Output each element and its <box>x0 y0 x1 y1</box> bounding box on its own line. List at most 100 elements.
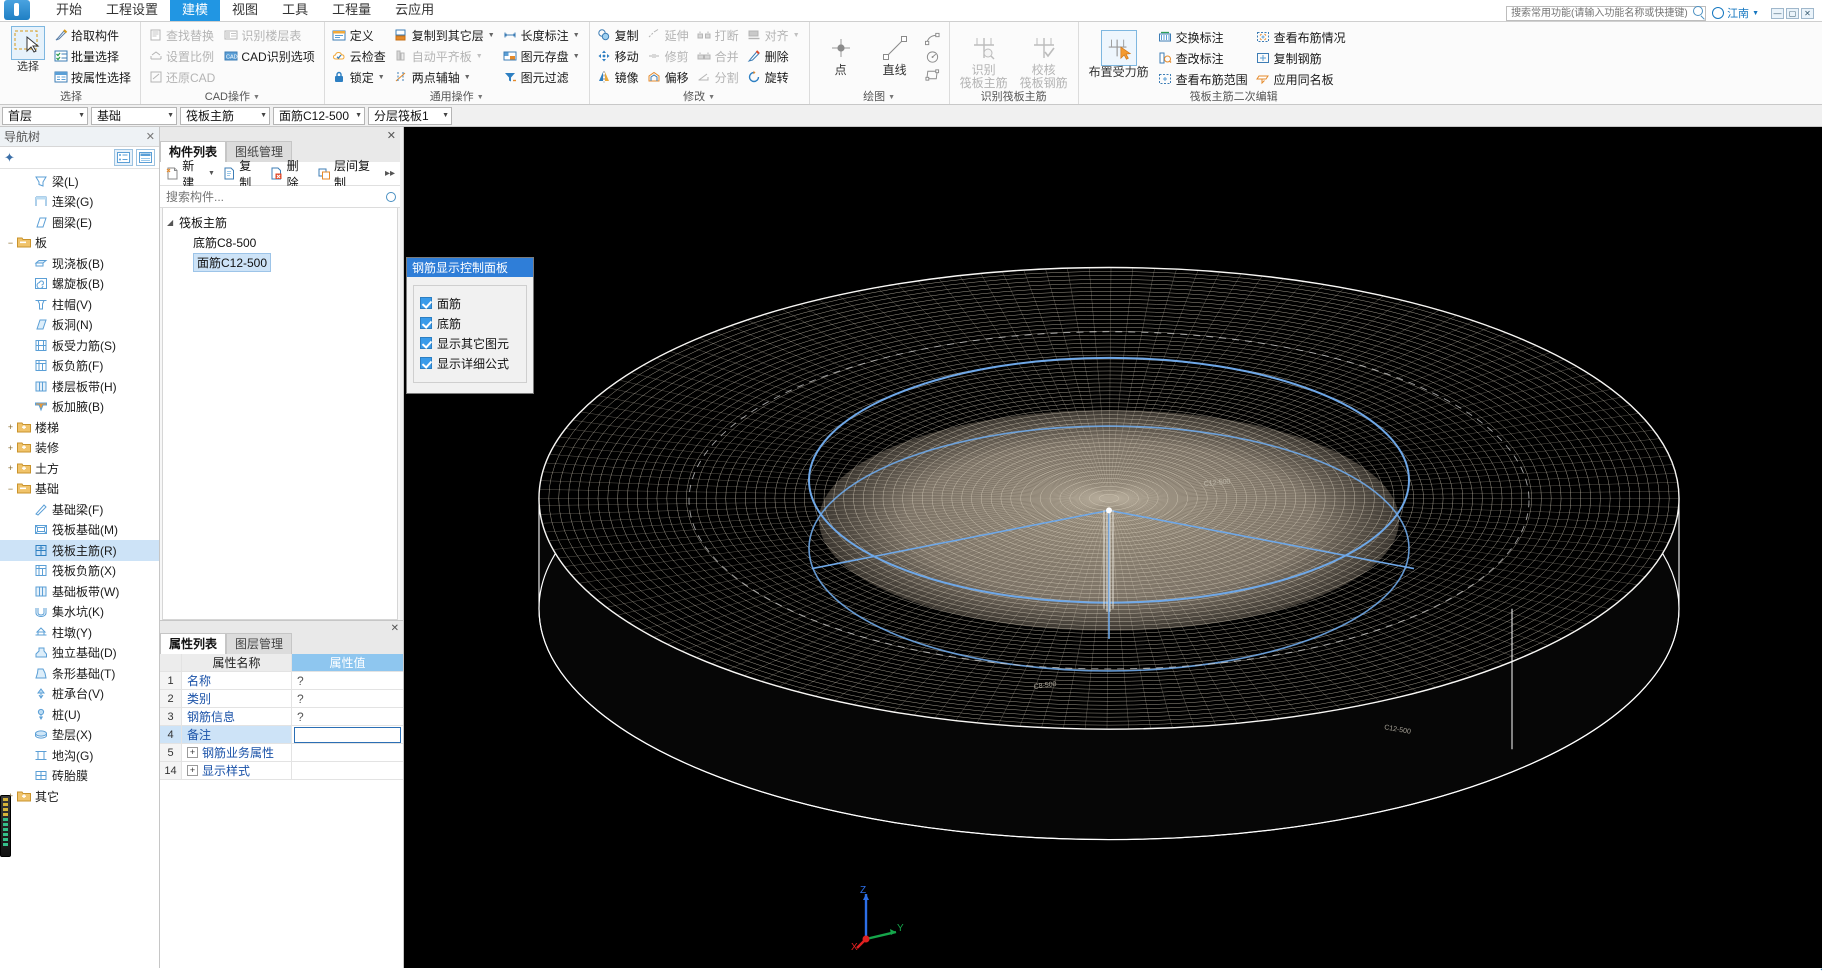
component-type-selector[interactable]: 筏板主筋 ▼ <box>180 106 270 125</box>
menu-tab-cloud[interactable]: 云应用 <box>383 0 446 21</box>
batch-select-button[interactable]: 批量选择 <box>51 46 135 66</box>
nav-item-14[interactable]: + 土方 <box>0 458 159 479</box>
nav-item-30[interactable]: +其它 <box>0 786 159 807</box>
auto-align-slab-button[interactable]: 自动平齐板 ▼ <box>392 46 499 66</box>
lock-button[interactable]: 锁定 ▼ <box>330 67 390 87</box>
delete-button[interactable]: 删除 <box>745 46 804 66</box>
search-icon[interactable] <box>386 191 396 202</box>
checkbox-bottom-rebar[interactable] <box>420 317 432 329</box>
layout-rebar-button[interactable]: 布置受力筋 <box>1084 26 1154 79</box>
property-row-value[interactable] <box>292 744 403 761</box>
category-selector[interactable]: 基础 ▼ <box>91 106 177 125</box>
menu-tab-tools[interactable]: 工具 <box>270 0 320 21</box>
nav-item-13[interactable]: + 装修 <box>0 438 159 459</box>
user-account[interactable]: 江南 ▼ <box>1712 5 1759 21</box>
checkbox-row-show-detail-formula[interactable]: 显示详细公式 <box>420 353 522 373</box>
nav-item-19[interactable]: 筏板负筋(X) <box>0 561 159 582</box>
nav-item-7[interactable]: 板洞(N) <box>0 315 159 336</box>
nav-item-9[interactable]: 板负筋(F) <box>0 356 159 377</box>
checkbox-show-other-elements[interactable] <box>420 337 432 349</box>
identify-raft-rebar-button[interactable]: 识别 筏板主筋 <box>955 28 1013 90</box>
chevron-down-icon[interactable]: ▼ <box>573 53 580 60</box>
search-icon[interactable] <box>1693 6 1704 16</box>
point-tool-button[interactable]: 点 <box>815 28 867 77</box>
menu-tab-project-settings[interactable]: 工程设置 <box>94 0 170 21</box>
nav-item-8[interactable]: 板受力筋(S) <box>0 335 159 356</box>
find-replace-button[interactable]: 查找替换 <box>146 25 219 45</box>
nav-item-12[interactable]: + 楼梯 <box>0 417 159 438</box>
property-row-3[interactable]: 4 备注 <box>160 726 403 744</box>
more-tools-icon[interactable]: ▸▸ <box>385 168 397 179</box>
copy-rebar-button[interactable]: 复制钢筋 <box>1254 48 1350 68</box>
copy-to-other-floor-button[interactable]: 复制到其它层 ▼ <box>392 25 499 45</box>
tab-property-list[interactable]: 属性列表 <box>160 633 227 654</box>
component-tree-item-0[interactable]: ◢ 筏板主筋 <box>163 212 397 232</box>
apply-same-slab-button[interactable]: 应用同名板 <box>1254 69 1350 89</box>
minimize-button[interactable]: — <box>1771 7 1784 19</box>
checkbox-row-bottom-rebar[interactable]: 底筋 <box>420 313 522 333</box>
element-filter-button[interactable]: 图元过滤 <box>501 67 584 87</box>
copy-component-button[interactable]: 复制 <box>220 159 265 190</box>
chevron-down-icon[interactable]: ▼ <box>464 74 471 81</box>
3d-viewport[interactable]: C12-500 C8-500 C12-500 Z Y X <box>404 127 1822 968</box>
copy-button[interactable]: 复制 <box>595 25 643 45</box>
view-rebar-range-button[interactable]: 查看布筋范围 <box>1156 69 1252 89</box>
property-row-value[interactable]: ? <box>292 690 403 707</box>
nav-item-27[interactable]: 垫层(X) <box>0 725 159 746</box>
new-component-button[interactable]: 新建 ▼ <box>163 159 218 190</box>
nav-item-18[interactable]: 筏板主筋(R) <box>0 540 159 561</box>
component-tree-item-2[interactable]: 面筋C12-500 <box>163 252 397 272</box>
rebar-display-control-dialog[interactable]: 钢筋显示控制面板 面筋 底筋 显示其它图元 显示详细公式 <box>406 257 534 394</box>
expand-icon[interactable]: + <box>187 765 198 776</box>
nav-item-0[interactable]: 梁(L) <box>0 171 159 192</box>
pick-component-button[interactable]: 拾取构件 <box>51 25 135 45</box>
check-raft-rebar-button[interactable]: 校核 筏板钢筋 <box>1015 28 1073 90</box>
nav-item-6[interactable]: 柱帽(V) <box>0 294 159 315</box>
chevron-down-icon[interactable]: ▼ <box>708 91 715 104</box>
nav-item-21[interactable]: 集水坑(K) <box>0 602 159 623</box>
menu-tab-start[interactable]: 开始 <box>44 0 94 21</box>
edit-annotation-button[interactable]: 查改标注 <box>1156 48 1252 68</box>
maximize-button[interactable]: ▢ <box>1786 7 1799 19</box>
collapse-icon[interactable]: − <box>4 484 17 494</box>
expand-icon[interactable]: + <box>4 463 17 473</box>
chevron-down-icon[interactable]: ▼ <box>477 91 484 104</box>
cloud-check-button[interactable]: 云检查 <box>330 46 390 66</box>
nav-item-17[interactable]: 筏板基础(M) <box>0 520 159 541</box>
chevron-down-icon[interactable]: ▼ <box>208 170 215 177</box>
collapse-icon[interactable]: − <box>4 238 17 248</box>
property-row-value[interactable] <box>292 726 403 743</box>
close-icon[interactable]: ✕ <box>146 130 155 143</box>
property-row-2[interactable]: 3 钢筋信息? <box>160 708 403 726</box>
restore-cad-button[interactable]: 还原CAD <box>146 67 219 87</box>
nav-item-11[interactable]: 板加腋(B) <box>0 397 159 418</box>
nav-item-2[interactable]: 圈梁(E) <box>0 212 159 233</box>
define-button[interactable]: 定义 <box>330 25 390 45</box>
chevron-down-icon[interactable]: ▼ <box>253 91 260 104</box>
select-tool-button[interactable]: 选择 <box>7 24 49 73</box>
element-save-button[interactable]: 图元存盘 ▼ <box>501 46 584 66</box>
search-input[interactable] <box>1506 6 1707 21</box>
nav-item-26[interactable]: 桩(U) <box>0 704 159 725</box>
nav-item-4[interactable]: 现浇板(B) <box>0 253 159 274</box>
property-row-4[interactable]: 5 + 钢筋业务属性 <box>160 744 403 762</box>
expand-icon[interactable]: + <box>4 443 17 453</box>
menu-tab-quantity[interactable]: 工程量 <box>320 0 383 21</box>
property-value-editor[interactable] <box>294 726 401 743</box>
trim-button[interactable]: 修剪 <box>645 46 693 66</box>
cad-options-button[interactable]: CAD CAD识别选项 <box>221 46 318 66</box>
chevron-down-icon[interactable]: ▼ <box>378 74 385 81</box>
mirror-button[interactable]: 镜像 <box>595 67 643 87</box>
checkbox-top-rebar[interactable] <box>420 297 432 309</box>
rect-tool-button[interactable] <box>923 66 944 83</box>
property-row-0[interactable]: 1 名称? <box>160 672 403 690</box>
line-tool-button[interactable]: 直线 <box>869 28 921 77</box>
checkbox-row-show-other-elements[interactable]: 显示其它图元 <box>420 333 522 353</box>
merge-button[interactable]: 合并 <box>695 46 743 66</box>
property-row-5[interactable]: 14 + 显示样式 <box>160 762 403 780</box>
nav-item-5[interactable]: 螺旋板(B) <box>0 274 159 295</box>
component-tree-item-1[interactable]: 底筋C8-500 <box>163 232 397 252</box>
close-icon[interactable]: ✕ <box>391 623 399 634</box>
checkbox-show-detail-formula[interactable] <box>420 357 432 369</box>
list-view-icon[interactable] <box>114 149 133 166</box>
